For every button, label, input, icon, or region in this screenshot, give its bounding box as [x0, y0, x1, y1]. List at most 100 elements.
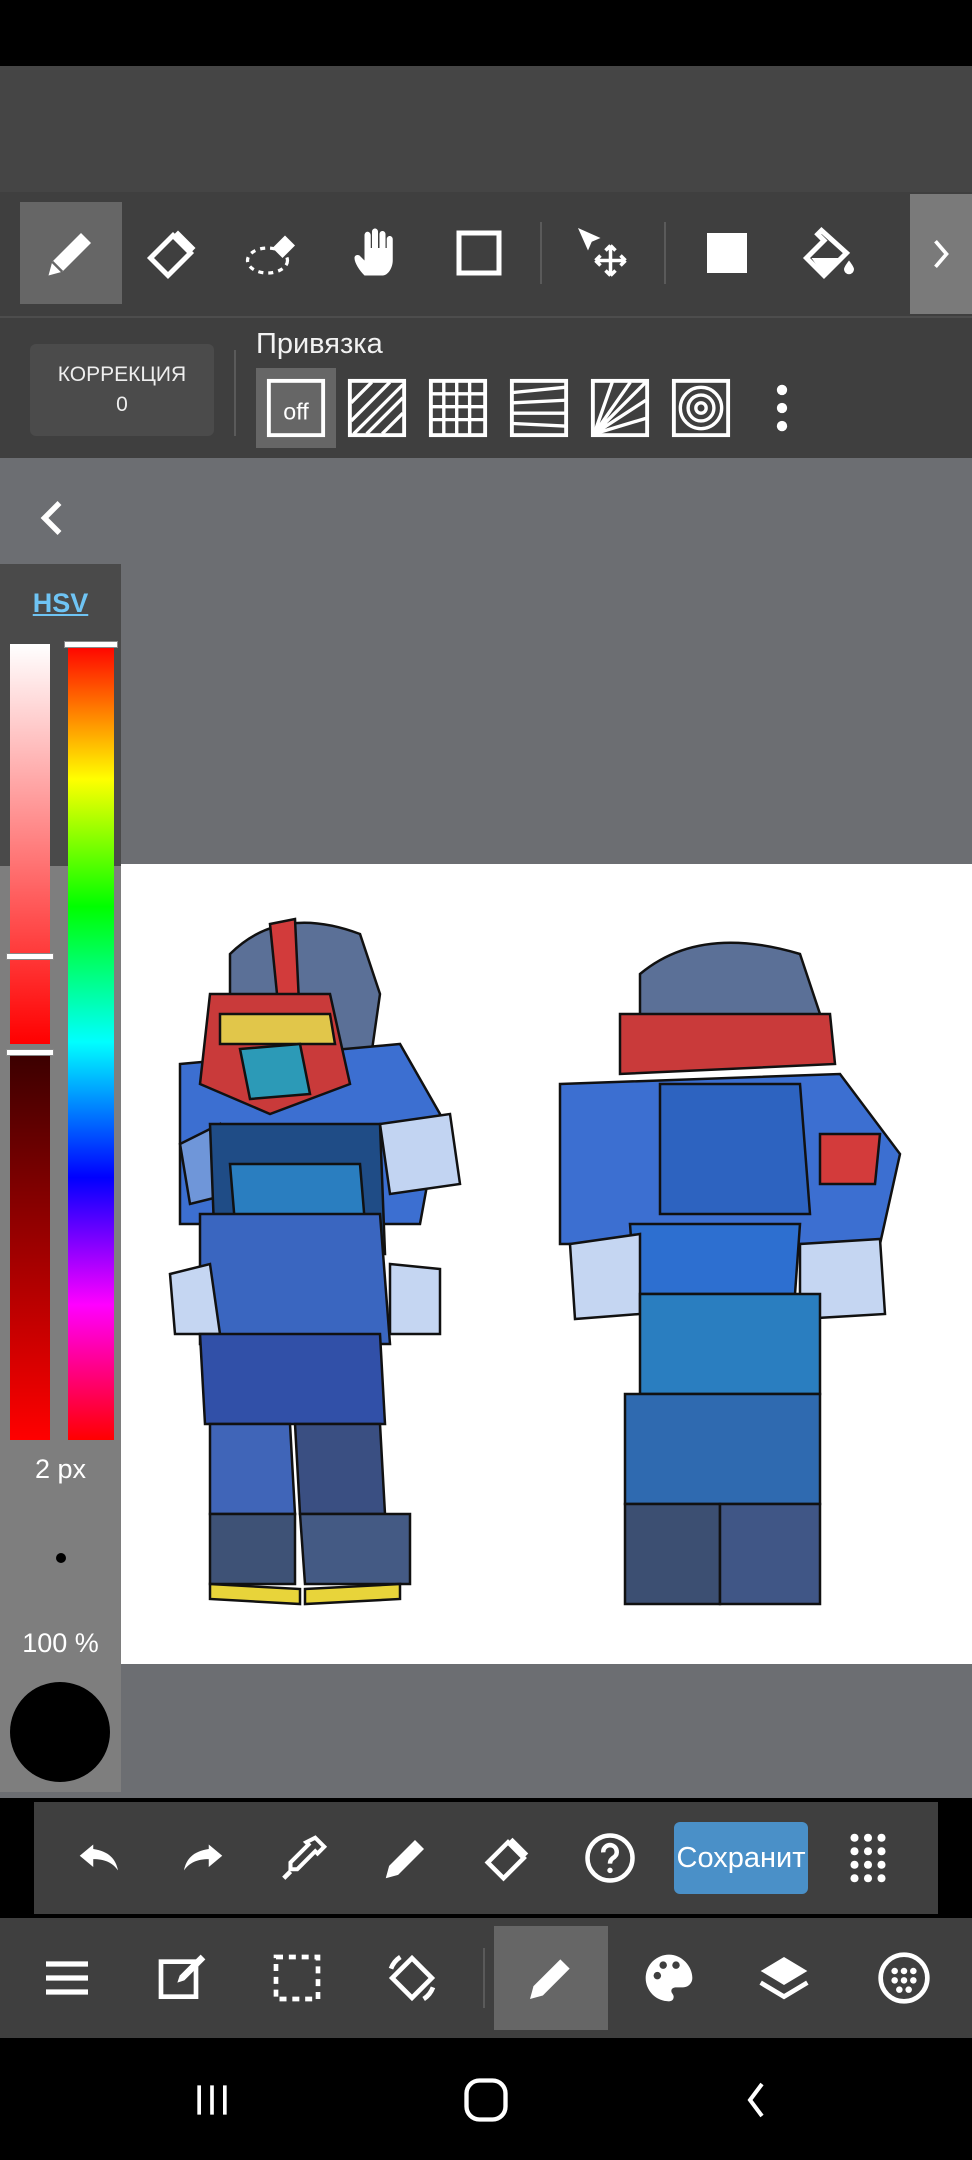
back-icon — [747, 2082, 764, 2118]
canvas-area[interactable] — [0, 458, 972, 1798]
rectangle-icon — [456, 230, 502, 276]
redo-icon — [184, 1844, 223, 1871]
brush-opacity-value[interactable]: 100 % — [0, 1628, 121, 1659]
tab-edit[interactable] — [125, 1926, 239, 2030]
toolbar-separator — [540, 222, 542, 284]
snap-title: Привязка — [256, 328, 383, 360]
blur-eraser-tool-button[interactable] — [224, 202, 326, 304]
hamburger-icon — [46, 1961, 88, 1995]
eyedropper-icon — [282, 1835, 328, 1880]
snap-off-button[interactable]: off — [256, 368, 336, 448]
lasso-eraser-icon — [245, 235, 295, 275]
selection-icon — [273, 1954, 321, 2002]
correction-value: 0 — [116, 393, 128, 416]
recent-apps-icon — [197, 2085, 227, 2115]
parallel-lines-icon — [347, 378, 407, 438]
collapse-panel-icon[interactable] — [30, 488, 74, 548]
snap-perspective-button[interactable] — [499, 368, 579, 448]
color-panel: HSV 2 px 100 % — [0, 564, 121, 1792]
hand-tool-button[interactable] — [326, 202, 428, 304]
eraser-tool-button[interactable] — [122, 202, 224, 304]
palette-icon — [645, 1954, 693, 2002]
title-area — [0, 66, 972, 192]
hsv-mode-link[interactable]: HSV — [0, 588, 121, 619]
tab-menu[interactable] — [10, 1926, 124, 2030]
edit-icon — [158, 1954, 206, 1999]
grid-dots-icon — [850, 1833, 886, 1883]
saturation-slider[interactable] — [10, 644, 50, 1044]
tab-layers[interactable] — [727, 1926, 841, 2030]
system-nav-bar — [0, 2038, 972, 2160]
off-icon: off — [266, 378, 326, 438]
radial-lines-icon — [590, 378, 650, 438]
action-bar: Сохранит — [34, 1802, 938, 1914]
eyedropper-button[interactable] — [264, 1818, 344, 1898]
tab-selection[interactable] — [240, 1926, 354, 2030]
chevron-right-icon — [934, 239, 949, 269]
brush-size-preview — [56, 1553, 66, 1563]
tab-brush[interactable] — [494, 1926, 608, 2030]
status-bar — [0, 0, 972, 66]
more-vertical-icon — [776, 384, 788, 432]
bottom-bar — [0, 1918, 972, 2038]
undo-button[interactable] — [60, 1818, 140, 1898]
redo-button[interactable] — [162, 1818, 242, 1898]
pen-shortcut-button[interactable] — [366, 1818, 446, 1898]
current-color-swatch[interactable] — [10, 1682, 110, 1782]
material-icon — [878, 1952, 930, 2004]
eraser-icon — [146, 230, 196, 280]
layers-icon — [759, 1957, 809, 2000]
grid-icon — [428, 378, 488, 438]
back-button[interactable] — [716, 2068, 796, 2132]
snap-off-label: off — [283, 399, 309, 425]
move-tool-button[interactable] — [552, 202, 654, 304]
pen-icon — [48, 233, 91, 276]
undo-icon — [79, 1844, 118, 1871]
snap-grid-button[interactable] — [418, 368, 498, 448]
snap-radial-button[interactable] — [580, 368, 660, 448]
tab-color[interactable] — [612, 1926, 726, 2030]
bottombar-separator — [483, 1948, 485, 2008]
pen-tool-button[interactable] — [20, 202, 122, 304]
artwork-image — [168, 917, 902, 1606]
toolbar-separator — [664, 222, 666, 284]
bucket-tool-button[interactable] — [778, 202, 880, 304]
value-handle[interactable] — [6, 1049, 54, 1056]
save-button[interactable]: Сохранит — [674, 1822, 808, 1894]
pen-icon — [385, 1840, 424, 1879]
recent-apps-button[interactable] — [172, 2068, 252, 2132]
brush-size-value[interactable]: 2 px — [0, 1454, 121, 1485]
eraser-icon — [484, 1837, 529, 1882]
fill-rect-tool-button[interactable] — [676, 202, 778, 304]
snap-separator — [234, 350, 236, 436]
rectangle-tool-button[interactable] — [428, 202, 530, 304]
tool-bar — [0, 192, 972, 316]
concentric-circles-icon — [671, 378, 731, 438]
value-slider[interactable] — [10, 1052, 50, 1440]
more-menu-button[interactable] — [828, 1818, 908, 1898]
help-button[interactable] — [570, 1818, 650, 1898]
tab-material[interactable] — [847, 1926, 961, 2030]
saturation-handle[interactable] — [6, 953, 54, 960]
hue-slider[interactable] — [68, 644, 114, 1440]
eraser-shortcut-button[interactable] — [468, 1818, 548, 1898]
snap-more-button[interactable] — [742, 368, 822, 448]
home-button[interactable] — [446, 2068, 526, 2132]
move-icon — [578, 228, 627, 277]
snap-bar: КОРРЕКЦИЯ 0 Привязка off — [0, 316, 972, 460]
perspective-lines-icon — [509, 378, 569, 438]
home-icon — [464, 2078, 508, 2122]
drawing-canvas[interactable] — [120, 864, 972, 1664]
correction-label: КОРРЕКЦИЯ — [57, 363, 187, 386]
paint-bucket-icon — [802, 227, 854, 280]
filled-square-icon — [707, 233, 747, 273]
correction-button[interactable]: КОРРЕКЦИЯ 0 — [30, 344, 214, 436]
hand-icon — [354, 228, 393, 276]
snap-parallel-button[interactable] — [337, 368, 417, 448]
pen-icon — [530, 1959, 570, 1999]
tab-transform[interactable] — [355, 1926, 469, 2030]
hue-handle[interactable] — [64, 641, 118, 648]
rotate-icon — [388, 1954, 436, 2002]
toolbar-scroll-right-button[interactable] — [910, 194, 972, 314]
snap-concentric-button[interactable] — [661, 368, 741, 448]
